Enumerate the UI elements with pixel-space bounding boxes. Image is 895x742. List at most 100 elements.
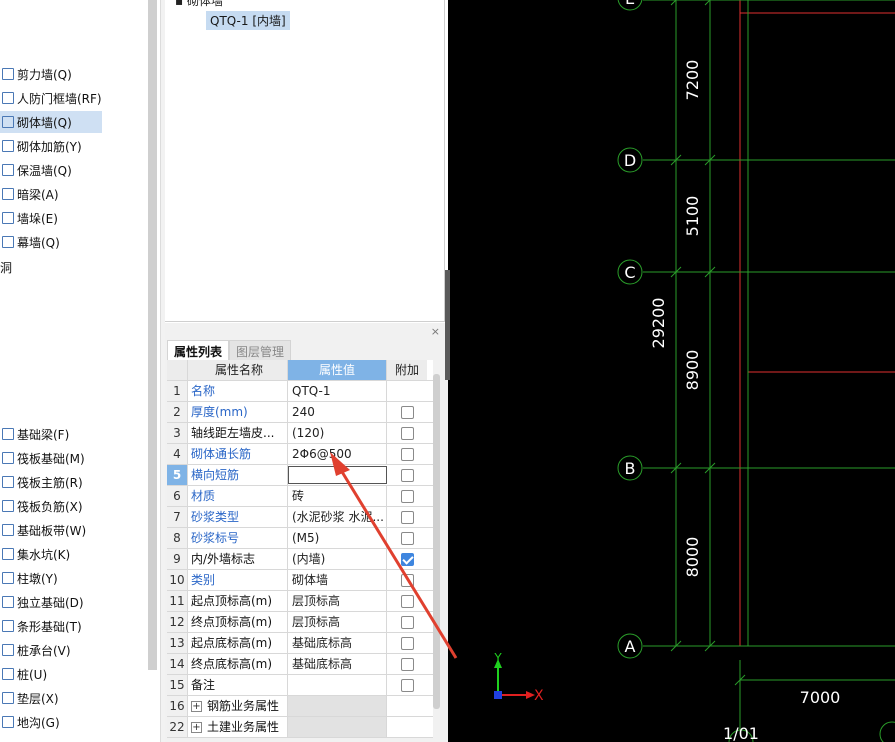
nav-item-foundation-strip[interactable]: 基础板带(W) [0,519,102,541]
attach-checkbox[interactable] [400,615,414,629]
property-row[interactable]: 22 + 土建业务属性 [167,717,433,738]
property-row[interactable]: 1 名称 QTQ-1 [167,381,433,402]
property-value[interactable]: (水泥砂浆 水泥... [288,507,387,527]
nav-item-curtain-wall[interactable]: 幕墙(Q) [0,231,102,253]
property-add-cell [387,549,427,569]
isolated-foundation-icon [2,596,14,608]
property-row[interactable]: 7 砂浆类型 (水泥砂浆 水泥... [167,507,433,528]
expand-icon[interactable]: + [191,701,202,712]
nav-item-sump-pit[interactable]: 集水坑(K) [0,543,102,565]
tab-layer-manager[interactable]: 图层管理 [229,340,292,360]
attach-checkbox[interactable] [400,531,414,545]
property-row-number: 15 [167,675,188,695]
property-value[interactable]: QTQ-1 [288,381,387,401]
attach-checkbox[interactable] [400,489,414,503]
attach-checkbox[interactable] [400,552,414,566]
attach-checkbox[interactable] [400,678,414,692]
nav-item-column-pier[interactable]: 柱墩(Y) [0,567,102,589]
nav-item-civil-defense-door-wall[interactable]: 人防门框墙(RF) [0,87,102,109]
property-name: 砌体通长筋 [188,444,288,464]
nav-item-masonry-rebar[interactable]: 砌体加筋(Y) [0,135,102,157]
property-row[interactable]: 15 备注 [167,675,433,696]
nav-item-label: 垫层(X) [17,691,59,706]
property-row[interactable]: 12 终点顶标高(m) 层顶标高 [167,612,433,633]
strip-foundation-icon [2,620,14,632]
tab-property-list[interactable]: 属性列表 [167,340,230,360]
nav-item-raft-negative-rebar[interactable]: 筏板负筋(X) [0,495,102,517]
property-row[interactable]: 13 起点底标高(m) 基础底标高 [167,633,433,654]
property-value[interactable]: (120) [288,423,387,443]
property-row[interactable]: 8 砂浆标号 (M5) [167,528,433,549]
splitter-handle[interactable] [445,270,450,380]
expand-icon[interactable]: + [191,722,202,733]
property-value[interactable]: 层顶标高 [288,591,387,611]
property-value[interactable]: (内墙) [288,549,387,569]
attach-checkbox[interactable] [400,573,414,587]
property-row[interactable]: 4 砌体通长筋 2Φ6@500 [167,444,433,465]
property-value[interactable]: 砖 [288,486,387,506]
property-value[interactable]: 基础底标高 [288,654,387,674]
attach-checkbox[interactable] [400,636,414,650]
header-add[interactable]: 附加 [387,360,427,380]
tree-item-selected[interactable]: QTQ-1 [内墙] [206,11,290,30]
dimension-segment-label: 7200 [683,60,702,101]
property-value-input[interactable] [288,466,387,484]
close-icon[interactable]: × [431,325,440,338]
header-name[interactable]: 属性名称 [188,360,288,380]
property-row[interactable]: 9 内/外墙标志 (内墙) [167,549,433,570]
property-value[interactable]: 砌体墙 [288,570,387,590]
nav-item-hidden-beam[interactable]: 暗梁(A) [0,183,102,205]
property-row[interactable]: 16 + 钢筋业务属性 [167,696,433,717]
ucs-y-label: Y [493,651,502,665]
attach-checkbox[interactable] [400,657,414,671]
property-row[interactable]: 3 轴线距左墙皮... (120) [167,423,433,444]
attach-checkbox[interactable] [400,405,414,419]
property-row[interactable]: 5 横向短筋 [167,465,433,486]
property-row[interactable]: 11 起点顶标高(m) 层顶标高 [167,591,433,612]
property-scrollbar[interactable] [433,374,440,709]
cad-canvas[interactable]: E D C B A 7200 5100 8900 8000 29200 7000 1/01 Y X [448,0,895,742]
attach-checkbox[interactable] [400,594,414,608]
property-row[interactable]: 2 厚度(mm) 240 [167,402,433,423]
property-value[interactable]: (M5) [288,528,387,548]
nav-item-isolated-foundation[interactable]: 独立基础(D) [0,591,102,613]
nav-item-pile[interactable]: 桩(U) [0,663,102,685]
property-row-number: 6 [167,486,188,506]
property-value[interactable] [288,675,387,695]
property-row[interactable]: 14 终点底标高(m) 基础底标高 [167,654,433,675]
nav-group-openings[interactable]: 洞 [0,259,12,275]
attach-checkbox[interactable] [400,426,414,440]
property-add-cell [387,381,427,401]
property-tabs: 属性列表 图层管理 [167,340,292,360]
property-value[interactable]: 2Φ6@500 [288,444,387,464]
cad-drawing-area[interactable]: E D C B A 7200 5100 8900 8000 29200 7000 1/01 Y X [448,0,895,742]
property-value[interactable]: 基础底标高 [288,633,387,653]
nav-scrollbar[interactable] [148,0,157,670]
attach-checkbox[interactable] [400,447,414,461]
property-add-cell [387,675,427,695]
nav-item-insulation-wall[interactable]: 保温墙(Q) [0,159,102,181]
property-value[interactable]: 240 [288,402,387,422]
property-row[interactable]: 10 类别 砌体墙 [167,570,433,591]
nav-item-strip-foundation[interactable]: 条形基础(T) [0,615,102,637]
nav-item-foundation-beam[interactable]: 基础梁(F) [0,423,102,445]
header-value[interactable]: 属性值 [288,360,387,380]
nav-item-raft-foundation[interactable]: 筏板基础(M) [0,447,102,469]
nav-item-cushion-layer[interactable]: 垫层(X) [0,687,102,709]
property-row[interactable]: 6 材质砖 [167,486,433,507]
property-name: 备注 [188,675,288,695]
nav-item-wall-pier[interactable]: 墙垛(E) [0,207,102,229]
nav-item-pile-cap[interactable]: 桩承台(V) [0,639,102,661]
insulation-wall-icon [2,164,14,176]
nav-item-raft-main-rebar[interactable]: 筏板主筋(R) [0,471,102,493]
property-value[interactable]: 层顶标高 [288,612,387,632]
property-value[interactable] [288,717,387,737]
tree-parent-label[interactable]: ▪ 砌体墙 [175,0,223,9]
nav-item-shear-wall[interactable]: 剪力墙(Q) [0,63,102,85]
attach-checkbox[interactable] [400,468,414,482]
nav-item-masonry-wall[interactable]: 砌体墙(Q) [0,111,102,133]
property-value[interactable] [288,696,387,716]
attach-checkbox[interactable] [400,510,414,524]
nav-item-trench[interactable]: 地沟(G) [0,711,102,733]
property-row-number: 8 [167,528,188,548]
